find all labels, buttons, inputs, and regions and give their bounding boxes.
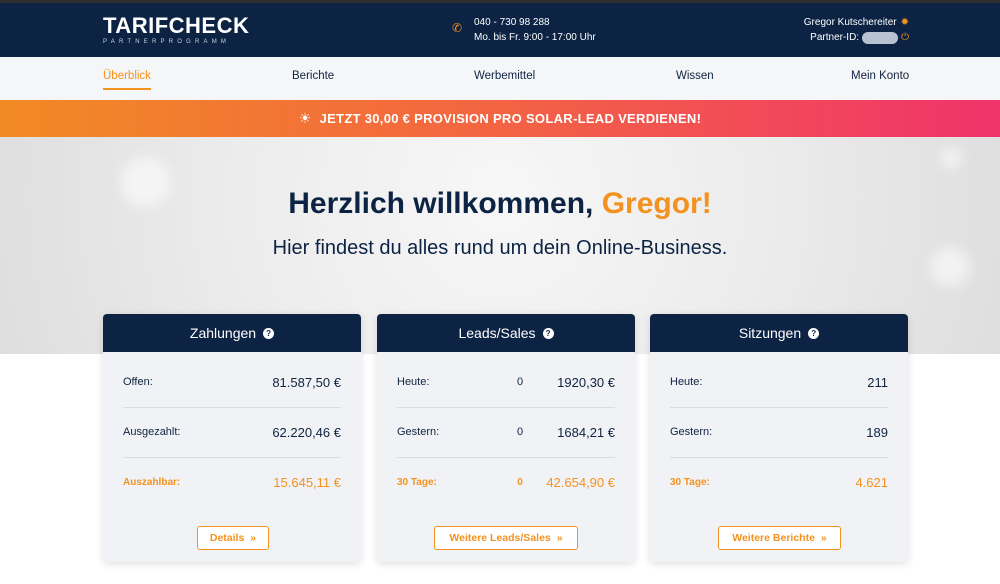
card-header: Zahlungen ? bbox=[103, 314, 361, 352]
stat-value: 15.645,11 € bbox=[273, 474, 341, 490]
stat-count: 0 bbox=[516, 376, 524, 388]
help-icon[interactable]: ? bbox=[542, 327, 554, 339]
chevron-right-icon: » bbox=[556, 532, 563, 544]
logo-wordmark: TARIFCHECK bbox=[103, 15, 249, 37]
logo-text: TARIFCHECK bbox=[103, 13, 250, 38]
details-button[interactable]: Details » bbox=[197, 526, 269, 550]
stat-value: 42.654,90 € bbox=[546, 474, 615, 490]
stat-label: Gestern: bbox=[670, 426, 713, 438]
stat-value: 1920,30 € bbox=[557, 374, 615, 390]
chevron-right-icon: » bbox=[250, 532, 257, 544]
stat-count: 0 bbox=[516, 426, 524, 438]
phone-number[interactable]: 040 - 730 98 288 bbox=[474, 15, 596, 30]
nav-item-werbemittel[interactable]: Werbemittel bbox=[474, 70, 535, 82]
card-header: Sitzungen ? bbox=[650, 314, 908, 352]
stat-label: Gestern: bbox=[397, 426, 440, 438]
button-label: Details bbox=[209, 532, 245, 544]
header-bar: TARIFCHECK PARTNERPROGRAMM ✆ 040 - 730 9… bbox=[0, 3, 1000, 57]
stat-value: 4.621 bbox=[855, 474, 888, 490]
stat-row: Heute: 0 1920,30 € bbox=[397, 357, 615, 408]
nav-item-ueberblick[interactable]: Überblick bbox=[103, 70, 151, 90]
stat-row-highlight: 30 Tage: 0 42.654,90 € bbox=[397, 457, 615, 507]
welcome-subtitle: Hier findest du alles rund um dein Onlin… bbox=[272, 237, 728, 259]
nav-item-mein-konto[interactable]: Mein Konto bbox=[851, 70, 909, 82]
contact-info: ✆ 040 - 730 98 288 Mo. bis Fr. 9:00 - 17… bbox=[452, 15, 596, 45]
stat-label: 30 Tage: bbox=[670, 476, 710, 488]
stat-row-highlight: 30 Tage: 4.621 bbox=[670, 457, 888, 507]
stat-row: Ausgezahlt: 62.220,46 € bbox=[123, 407, 341, 458]
stat-row: Heute: 211 bbox=[670, 357, 888, 408]
stat-label: Offen: bbox=[123, 376, 153, 388]
stat-label: Heute: bbox=[397, 376, 430, 388]
button-label: Weitere Berichte bbox=[732, 532, 815, 544]
user-panel: Gregor Kutschereiter ✹ Partner-ID: ⏻ bbox=[804, 15, 909, 45]
more-leads-sales-button[interactable]: Weitere Leads/Sales » bbox=[434, 526, 578, 550]
stat-count: 0 bbox=[517, 476, 523, 488]
chevron-right-icon: » bbox=[820, 532, 827, 544]
stat-row: Gestern: 0 1684,21 € bbox=[397, 407, 615, 458]
user-name[interactable]: Gregor Kutschereiter bbox=[804, 15, 897, 30]
main-nav: Überblick Berichte Werbemittel Wissen Me… bbox=[0, 57, 1000, 101]
stat-label: Ausgezahlt: bbox=[123, 426, 181, 438]
more-reports-button[interactable]: Weitere Berichte » bbox=[718, 526, 841, 550]
power-icon[interactable]: ⏻ bbox=[901, 30, 909, 45]
opening-hours: Mo. bis Fr. 9:00 - 17:00 Uhr bbox=[474, 32, 596, 43]
card-leads-sales: Leads/Sales ? Heute: 0 1920,30 € Gestern… bbox=[377, 314, 635, 562]
logo-subtitle: PARTNERPROGRAMM bbox=[103, 39, 231, 45]
promo-text: JETZT 30,00 € PROVISION PRO SOLAR-LEAD V… bbox=[319, 111, 702, 126]
button-label: Weitere Leads/Sales bbox=[449, 532, 551, 544]
stat-value: 1684,21 € bbox=[557, 424, 615, 440]
help-icon[interactable]: ? bbox=[808, 327, 820, 339]
sun-icon: ☀ bbox=[298, 110, 312, 126]
nav-item-wissen[interactable]: Wissen bbox=[676, 70, 714, 82]
stat-value: 81.587,50 € bbox=[272, 374, 341, 390]
card-sitzungen: Sitzungen ? Heute: 211 Gestern: 189 30 T… bbox=[650, 314, 908, 562]
stat-label: Heute: bbox=[670, 376, 703, 388]
stat-label: Auszahlbar: bbox=[123, 476, 181, 488]
help-icon[interactable]: ? bbox=[263, 327, 275, 339]
card-title: Leads/Sales bbox=[458, 325, 536, 341]
welcome-greeting: Herzlich willkommen, bbox=[288, 187, 594, 220]
welcome-name: Gregor! bbox=[601, 187, 712, 220]
stat-value: 189 bbox=[866, 424, 888, 440]
stat-label: 30 Tage: bbox=[397, 476, 437, 488]
gear-icon[interactable]: ✹ bbox=[901, 15, 909, 30]
stat-row: Gestern: 189 bbox=[670, 407, 888, 458]
nav-item-berichte[interactable]: Berichte bbox=[292, 70, 334, 82]
card-zahlungen: Zahlungen ? Offen: 81.587,50 € Ausgezahl… bbox=[103, 314, 361, 562]
stat-value: 62.220,46 € bbox=[272, 424, 341, 440]
promo-banner[interactable]: ☀ JETZT 30,00 € PROVISION PRO SOLAR-LEAD… bbox=[0, 100, 1000, 137]
partner-id-redacted bbox=[862, 31, 899, 44]
hero-bokeh bbox=[940, 147, 962, 169]
stat-row-highlight: Auszahlbar: 15.645,11 € bbox=[123, 457, 341, 507]
stat-value: 211 bbox=[867, 374, 888, 390]
card-title: Zahlungen bbox=[189, 325, 257, 341]
phone-icon: ✆ bbox=[452, 21, 463, 35]
card-title: Sitzungen bbox=[738, 325, 802, 341]
welcome-heading: Herzlich willkommen, Gregor! bbox=[0, 187, 1000, 221]
stat-row: Offen: 81.587,50 € bbox=[123, 357, 341, 408]
partner-id-label: Partner-ID: bbox=[810, 32, 860, 43]
logo[interactable]: TARIFCHECK PARTNERPROGRAMM bbox=[103, 15, 249, 46]
card-header: Leads/Sales ? bbox=[377, 314, 635, 352]
